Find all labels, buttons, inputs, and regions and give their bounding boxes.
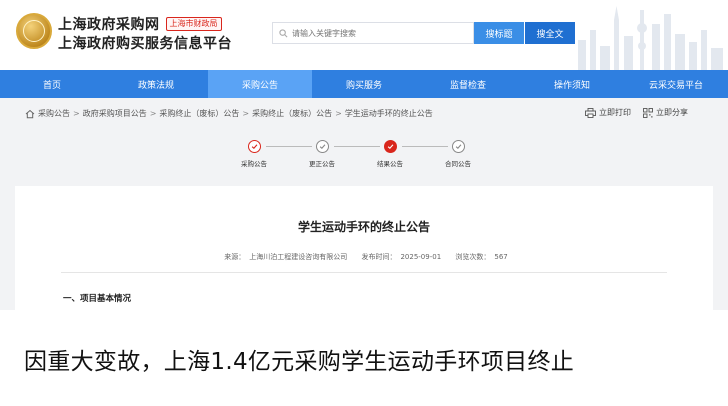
site-logo[interactable] bbox=[16, 13, 52, 49]
site-header: 上海政府采购网 上海市财政局 上海政府购买服务信息平台 搜标题 搜全文 bbox=[0, 0, 728, 70]
qr-code-icon bbox=[643, 107, 653, 118]
check-icon bbox=[315, 140, 329, 153]
breadcrumb-current: 学生运动手环的终止公告 bbox=[344, 109, 433, 118]
nav-item-purchase-service[interactable]: 购买服务 bbox=[312, 70, 416, 98]
section-heading: 一、项目基本情况 bbox=[63, 294, 132, 304]
source-value: 上海川泊工程建设咨询有限公司 bbox=[249, 253, 348, 261]
breadcrumb-item[interactable]: 采购公告 bbox=[38, 108, 70, 119]
home-icon bbox=[25, 109, 35, 118]
check-icon bbox=[451, 140, 465, 153]
site-name[interactable]: 上海政府采购网 bbox=[58, 14, 160, 34]
nav-item-instructions[interactable]: 操作须知 bbox=[520, 70, 624, 98]
notice-card: 学生运动手环的终止公告 来源： 上海川泊工程建设咨询有限公司 发布时间： 2025-… bbox=[15, 186, 713, 316]
source-label: 来源： bbox=[224, 253, 246, 261]
views-label: 浏览次数： bbox=[455, 253, 491, 261]
nav-item-cloud-trading[interactable]: 云采交易平台 bbox=[624, 70, 728, 98]
notice-title: 学生运动手环的终止公告 bbox=[297, 220, 430, 234]
views-value: 567 bbox=[494, 253, 508, 261]
check-icon bbox=[383, 140, 397, 153]
step-correction-notice[interactable]: 更正公告 bbox=[300, 140, 344, 168]
step-label: 更正公告 bbox=[309, 160, 335, 168]
share-button[interactable]: 立即分享 bbox=[643, 107, 688, 118]
notice-meta: 来源： 上海川泊工程建设咨询有限公司 发布时间： 2025-09-01 浏览次数： 5… bbox=[15, 252, 713, 262]
search-box bbox=[272, 22, 474, 44]
breadcrumb-item[interactable]: 政府采购项目公告 bbox=[83, 108, 147, 119]
published-value: 2025-09-01 bbox=[400, 253, 442, 261]
step-result-notice[interactable]: 结果公告 bbox=[368, 140, 412, 168]
printer-icon bbox=[585, 107, 596, 118]
search-icon bbox=[279, 28, 288, 37]
step-label: 合同公告 bbox=[445, 160, 471, 168]
check-icon bbox=[247, 140, 261, 153]
breadcrumb-separator: > bbox=[149, 109, 157, 118]
step-label: 结果公告 bbox=[377, 160, 403, 168]
breadcrumb-item[interactable]: 采购终止（废标）公告 bbox=[252, 108, 332, 119]
step-procurement-notice[interactable]: 采购公告 bbox=[232, 140, 276, 168]
breadcrumb-separator: > bbox=[242, 109, 250, 118]
site-subtitle[interactable]: 上海政府购买服务信息平台 bbox=[58, 33, 232, 53]
search-full-text-button[interactable]: 搜全文 bbox=[525, 22, 575, 44]
caption-text: 因重大变故，上海1.4亿元采购学生运动手环项目终止 bbox=[24, 349, 575, 375]
nav-item-procurement-notice[interactable]: 采购公告 bbox=[208, 70, 312, 98]
search-input[interactable] bbox=[292, 28, 462, 38]
published-label: 发布时间： bbox=[361, 253, 397, 261]
step-contract-notice[interactable]: 合同公告 bbox=[436, 140, 480, 168]
finance-bureau-badge: 上海市财政局 bbox=[165, 17, 222, 31]
step-label: 采购公告 bbox=[241, 160, 267, 168]
breadcrumb: 采购公告 > 政府采购项目公告 > 采购终止（废标）公告 > 采购终止（废标）公… bbox=[25, 108, 433, 119]
breadcrumb-separator: > bbox=[335, 109, 342, 118]
nav-item-policy[interactable]: 政策法规 bbox=[104, 70, 208, 98]
print-label: 立即打印 bbox=[599, 108, 631, 117]
notice-progress-steps: 采购公告 更正公告 结果公告 合同公告 bbox=[232, 140, 492, 176]
page-tools: 立即打印 立即分享 bbox=[573, 107, 688, 118]
breadcrumb-bar: 采购公告 > 政府采购项目公告 > 采购终止（废标）公告 > 采购终止（废标）公… bbox=[0, 98, 728, 130]
caption-banner: 因重大变故，上海1.4亿元采购学生运动手环项目终止 bbox=[0, 310, 728, 406]
print-button[interactable]: 立即打印 bbox=[585, 107, 631, 118]
main-nav: 首页 政策法规 采购公告 购买服务 监督检查 操作须知 云采交易平台 bbox=[0, 70, 728, 98]
nav-item-supervision[interactable]: 监督检查 bbox=[416, 70, 520, 98]
city-skyline-image bbox=[578, 6, 723, 70]
breadcrumb-separator: > bbox=[73, 109, 80, 118]
divider bbox=[61, 272, 667, 273]
share-label: 立即分享 bbox=[656, 108, 688, 117]
search-title-button[interactable]: 搜标题 bbox=[474, 22, 524, 44]
nav-item-home[interactable]: 首页 bbox=[0, 70, 104, 98]
breadcrumb-item[interactable]: 采购终止（废标）公告 bbox=[159, 108, 239, 119]
